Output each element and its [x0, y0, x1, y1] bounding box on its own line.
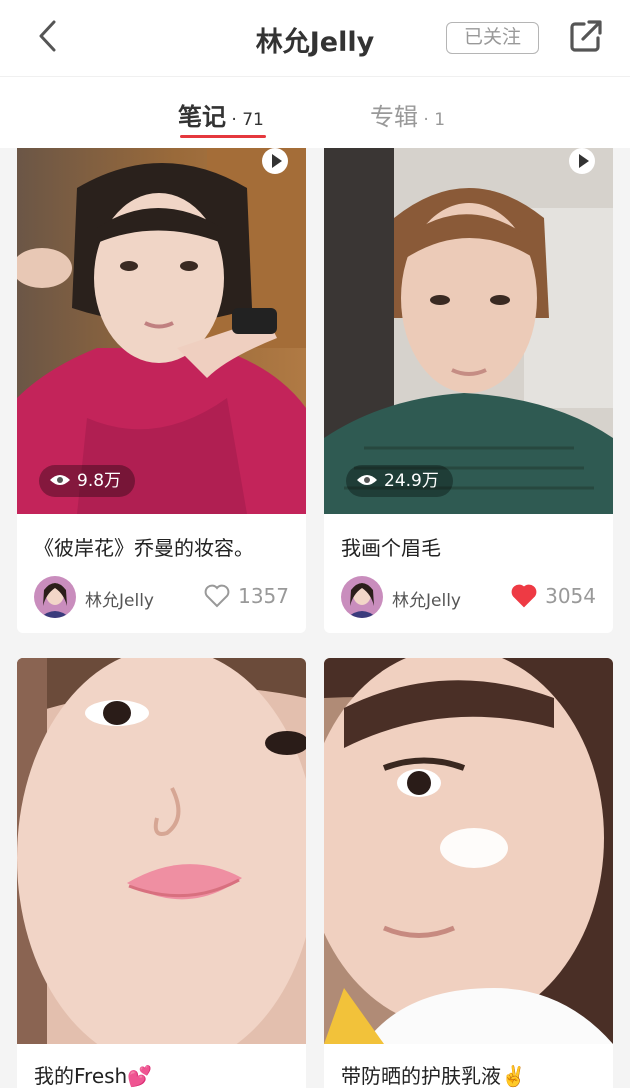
author-name: 林允Jelly — [85, 591, 154, 611]
follow-button[interactable]: 已关注 — [446, 22, 539, 54]
note-title: 带防晒的护肤乳液✌️ — [341, 1064, 526, 1088]
note-cover-image[interactable] — [324, 658, 613, 1044]
like-button[interactable]: 1357 — [204, 584, 289, 612]
share-button[interactable] — [568, 18, 606, 54]
note-card[interactable]: 24.9万 我画个眉毛 林允Jelly 3054 — [324, 148, 613, 633]
note-title: 《彼岸花》乔曼的妆容。 — [34, 536, 254, 560]
tab-albums-label: 专辑 — [370, 103, 418, 131]
view-count-badge: 24.9万 — [346, 465, 453, 497]
note-title: 我画个眉毛 — [341, 536, 441, 560]
tab-albums[interactable]: 专辑 · 1 — [370, 97, 445, 137]
video-play-icon — [262, 148, 288, 174]
note-card[interactable]: 带防晒的护肤乳液✌️ — [324, 658, 613, 1088]
top-bar: 林允Jelly 已关注 — [0, 0, 630, 76]
note-cover-image[interactable] — [17, 658, 306, 1044]
tab-notes-count: · 71 — [226, 110, 264, 130]
like-button[interactable]: 3054 — [511, 584, 596, 612]
note-cover-image[interactable]: 24.9万 — [324, 148, 613, 514]
share-icon — [570, 20, 602, 52]
avatar — [34, 576, 76, 618]
eye-icon — [357, 475, 377, 485]
note-title: 我的Fresh💕 — [34, 1064, 153, 1088]
video-play-icon — [569, 148, 595, 174]
tab-notes-label: 笔记 — [178, 103, 226, 131]
tab-notes[interactable]: 笔记 · 71 — [178, 97, 264, 137]
view-count: 9.8万 — [77, 471, 122, 491]
author-name: 林允Jelly — [392, 591, 461, 611]
heart-outline-icon — [204, 584, 230, 608]
eye-icon — [50, 475, 70, 485]
note-card[interactable]: 我的Fresh💕 — [17, 658, 306, 1088]
view-count: 24.9万 — [384, 471, 439, 491]
avatar — [341, 576, 383, 618]
view-count-badge: 9.8万 — [39, 465, 136, 497]
heart-filled-icon — [511, 584, 537, 608]
note-card[interactable]: 9.8万 《彼岸花》乔曼的妆容。 林允Jelly 1357 — [17, 148, 306, 633]
like-count: 1357 — [238, 584, 289, 608]
tab-bar: 笔记 · 71 专辑 · 1 — [0, 76, 630, 148]
tab-albums-count: · 1 — [418, 110, 446, 130]
note-cover-image[interactable]: 9.8万 — [17, 148, 306, 514]
active-tab-indicator — [180, 135, 266, 138]
like-count: 3054 — [545, 584, 596, 608]
